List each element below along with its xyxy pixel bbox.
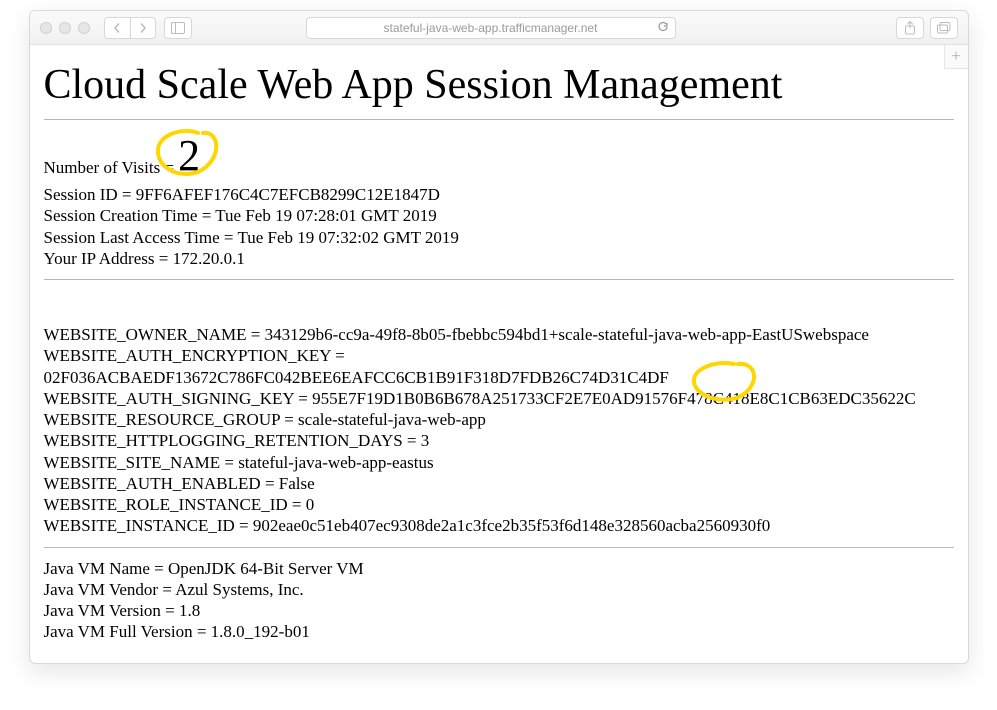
- jvm-info: Java VM Name = OpenJDK 64-Bit Server VM …: [44, 558, 954, 643]
- traffic-lights: [40, 22, 90, 34]
- ip-label: Your IP Address =: [44, 249, 173, 268]
- env-encrypt-label: WEBSITE_AUTH_ENCRYPTION_KEY =: [44, 346, 345, 365]
- nav-group: [104, 17, 156, 39]
- jvm-ver-label: Java VM Version =: [44, 601, 180, 620]
- env-owner: 343129b6-cc9a-49f8-8b05-fbebbc594bd1+sca…: [265, 325, 869, 344]
- tabs-button[interactable]: [930, 17, 958, 39]
- session-id-label: Session ID =: [44, 185, 136, 204]
- env-auth: False: [279, 474, 315, 493]
- share-button[interactable]: [896, 17, 924, 39]
- env-inst-label: WEBSITE_INSTANCE_ID =: [44, 516, 253, 535]
- jvm-vendor: Azul Systems, Inc.: [175, 580, 303, 599]
- right-tools: [896, 17, 958, 39]
- sidebar-toggle-button[interactable]: [164, 17, 192, 39]
- jvm-name-label: Java VM Name =: [44, 559, 168, 578]
- ip-value: 172.20.0.1: [173, 249, 245, 268]
- titlebar: stateful-java-web-app.trafficmanager.net: [30, 11, 968, 45]
- jvm-full-label: Java VM Full Version =: [44, 622, 211, 641]
- page-content: Cloud Scale Web App Session Management N…: [30, 45, 968, 663]
- divider: [44, 119, 954, 120]
- divider: [44, 279, 954, 280]
- env-encrypt: 02F036ACBAEDF13672C786FC042BEE6EAFCC6CB1…: [44, 368, 669, 387]
- zoom-window-button[interactable]: [78, 22, 90, 34]
- env-log: 3: [421, 431, 430, 450]
- visits-label: Number of Visits =: [44, 158, 175, 178]
- reload-icon[interactable]: [657, 21, 669, 36]
- env-owner-label: WEBSITE_OWNER_NAME =: [44, 325, 265, 344]
- jvm-name: OpenJDK 64-Bit Server VM: [168, 559, 364, 578]
- env-log-label: WEBSITE_HTTPLOGGING_RETENTION_DAYS =: [44, 431, 421, 450]
- session-created-label: Session Creation Time =: [44, 206, 216, 225]
- visits-value: 2: [178, 134, 200, 178]
- forward-button[interactable]: [130, 17, 156, 39]
- jvm-ver: 1.8: [179, 601, 200, 620]
- browser-window: stateful-java-web-app.trafficmanager.net…: [29, 10, 969, 664]
- url-text: stateful-java-web-app.trafficmanager.net: [384, 21, 598, 35]
- visits-line: Number of Visits = 2: [44, 134, 954, 178]
- env-role-label: WEBSITE_ROLE_INSTANCE_ID =: [44, 495, 306, 514]
- jvm-vendor-label: Java VM Vendor =: [44, 580, 176, 599]
- page-title: Cloud Scale Web App Session Management: [44, 61, 954, 109]
- back-button[interactable]: [104, 17, 130, 39]
- env-site-label: WEBSITE_SITE_NAME =: [44, 453, 239, 472]
- session-created: Tue Feb 19 07:28:01 GMT 2019: [215, 206, 437, 225]
- session-last: Tue Feb 19 07:32:02 GMT 2019: [237, 228, 459, 247]
- divider: [44, 547, 954, 548]
- env-rg: scale-stateful-java-web-app: [298, 410, 486, 429]
- env-auth-label: WEBSITE_AUTH_ENABLED =: [44, 474, 279, 493]
- session-last-label: Session Last Access Time =: [44, 228, 238, 247]
- env-info: WEBSITE_OWNER_NAME = 343129b6-cc9a-49f8-…: [44, 324, 954, 537]
- address-bar[interactable]: stateful-java-web-app.trafficmanager.net: [306, 17, 676, 39]
- env-sign: 955E7F19D1B0B6B678A251733CF2E7E0AD91576F…: [312, 389, 916, 408]
- env-inst: 902eae0c51eb407ec9308de2a1c3fce2b35f53f6…: [253, 516, 770, 535]
- close-window-button[interactable]: [40, 22, 52, 34]
- env-role: 0: [306, 495, 315, 514]
- session-info: Session ID = 9FF6AFEF176C4C7EFCB8299C12E…: [44, 184, 954, 269]
- jvm-full: 1.8.0_192-b01: [211, 622, 310, 641]
- env-site: stateful-java-web-app-eastus: [238, 453, 433, 472]
- session-id: 9FF6AFEF176C4C7EFCB8299C12E1847D: [136, 185, 440, 204]
- env-rg-label: WEBSITE_RESOURCE_GROUP =: [44, 410, 299, 429]
- minimize-window-button[interactable]: [59, 22, 71, 34]
- env-sign-label: WEBSITE_AUTH_SIGNING_KEY =: [44, 389, 313, 408]
